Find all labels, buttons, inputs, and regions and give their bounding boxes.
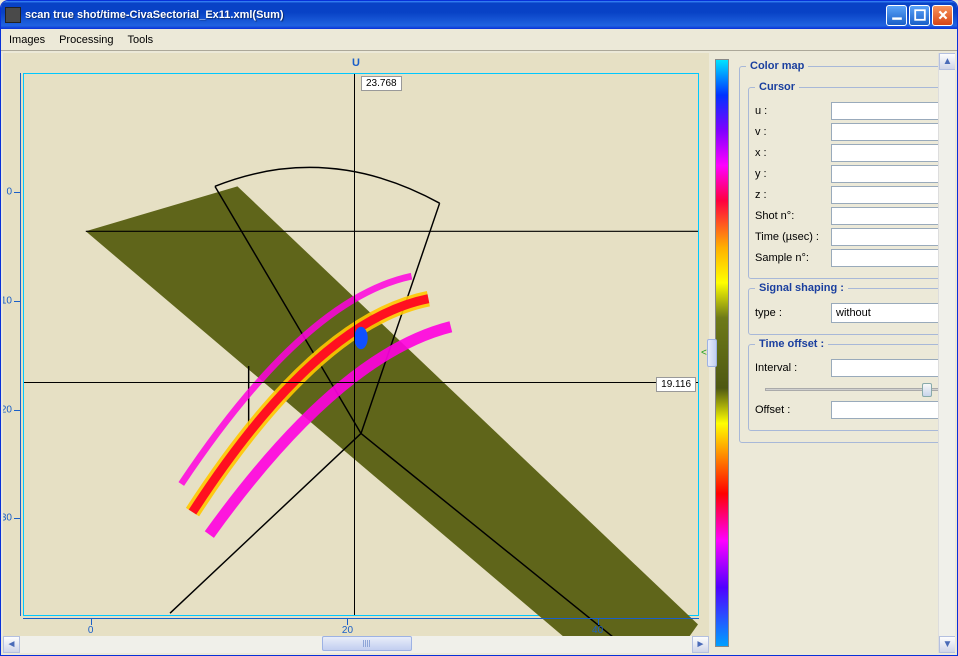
interval-label: Interval : — [755, 362, 827, 374]
interval-slider[interactable] — [755, 380, 955, 398]
colormap-group: Color map ❐ Cursor ❐ u : mm v : mm x : m… — [739, 60, 955, 443]
plot-canvas[interactable]: 23.768 19.116 — [23, 73, 699, 616]
time-label: Time (µsec) : — [755, 231, 827, 243]
xtick-0: 0 — [88, 625, 94, 636]
x-field[interactable] — [831, 144, 955, 162]
window-title: scan true shot/time-CivaSectorial_Ex11.x… — [25, 9, 886, 21]
minimize-button[interactable] — [886, 5, 907, 26]
cursor-legend: Cursor — [755, 81, 799, 93]
offset-label: Offset : — [755, 404, 827, 416]
z-label: z : — [755, 189, 827, 201]
shot-label: Shot n°: — [755, 210, 827, 222]
axis-u-label: U — [352, 57, 360, 69]
colorbar-panel — [715, 53, 735, 653]
cursor-vertical[interactable] — [354, 74, 355, 615]
app-icon — [5, 7, 21, 23]
sidepanel-scroll-down[interactable]: ▼ — [939, 636, 955, 653]
menu-processing[interactable]: Processing — [59, 34, 113, 46]
side-panel: Color map ❐ Cursor ❐ u : mm v : mm x : m… — [735, 53, 955, 653]
time-field[interactable] — [831, 228, 955, 246]
u-field[interactable] — [831, 102, 955, 120]
xtick-1: 20 — [342, 625, 353, 636]
x-label: x : — [755, 147, 827, 159]
splitter-vertical[interactable]: < — [709, 53, 715, 653]
cursor-v-readout: 19.116 — [656, 377, 696, 392]
scroll-right-button[interactable]: ► — [692, 636, 709, 653]
sector-scan — [24, 74, 698, 636]
sample-label: Sample n°: — [755, 252, 827, 264]
y-label: y : — [755, 168, 827, 180]
splitter-arrow-icon: < — [701, 348, 707, 359]
splitter-handle[interactable] — [707, 339, 717, 367]
ytick-1: 10 — [3, 296, 12, 307]
cursor-horizontal[interactable] — [24, 382, 698, 383]
timeoffset-legend: Time offset : — [755, 338, 828, 350]
slider-handle[interactable] — [922, 383, 932, 397]
menu-tools[interactable]: Tools — [128, 34, 154, 46]
z-field[interactable] — [831, 186, 955, 204]
u-label: u : — [755, 105, 827, 117]
content-area: U 0 10 20 30 — [1, 51, 957, 655]
colormap-legend: Color map — [746, 60, 808, 72]
scroll-track[interactable] — [20, 636, 692, 653]
scroll-left-button[interactable]: ◄ — [3, 636, 20, 653]
offset-field[interactable] — [831, 401, 955, 419]
ruler-vertical: 0 10 20 30 — [5, 73, 21, 616]
menu-images[interactable]: Images — [9, 34, 45, 46]
xtick-2: 40 — [592, 625, 603, 636]
ruler-horizontal: 0 20 40 — [23, 618, 699, 634]
signal-legend: Signal shaping : — [755, 282, 848, 294]
signal-group: Signal shaping : ❐ type : without — [748, 282, 955, 335]
timeoffset-group: Time offset : ❐ Interval : ▲▼ Offset : — [748, 338, 955, 431]
close-button[interactable] — [932, 5, 953, 26]
plot-wrapper[interactable]: U 0 10 20 30 — [3, 53, 709, 636]
signal-type-label: type : — [755, 307, 827, 319]
cursor-group: Cursor ❐ u : mm v : mm x : mm y : mm z — [748, 81, 955, 279]
ytick-0: 0 — [6, 187, 12, 198]
maximize-button[interactable] — [909, 5, 930, 26]
horizontal-scrollbar[interactable]: ◄ ► — [3, 636, 709, 653]
shot-field[interactable] — [831, 207, 955, 225]
y-field[interactable] — [831, 165, 955, 183]
colorbar[interactable] — [715, 59, 729, 647]
scroll-thumb[interactable] — [322, 636, 412, 651]
sample-field[interactable] — [831, 249, 955, 267]
cursor-u-readout: 23.768 — [361, 76, 402, 91]
titlebar[interactable]: scan true shot/time-CivaSectorial_Ex11.x… — [1, 1, 957, 29]
ytick-3: 30 — [3, 513, 12, 524]
menubar: Images Processing Tools — [1, 29, 957, 51]
signal-type-select[interactable]: without — [831, 303, 955, 323]
v-label: v : — [755, 126, 827, 138]
v-field[interactable] — [831, 123, 955, 141]
ytick-2: 20 — [3, 404, 12, 415]
app-window: scan true shot/time-CivaSectorial_Ex11.x… — [0, 0, 958, 656]
sidepanel-scroll-up[interactable]: ▲ — [939, 53, 955, 70]
interval-field[interactable] — [831, 359, 955, 377]
sidepanel-scrollbar[interactable]: ▲ ▼ — [938, 53, 955, 653]
view-area: U 0 10 20 30 — [3, 53, 709, 653]
